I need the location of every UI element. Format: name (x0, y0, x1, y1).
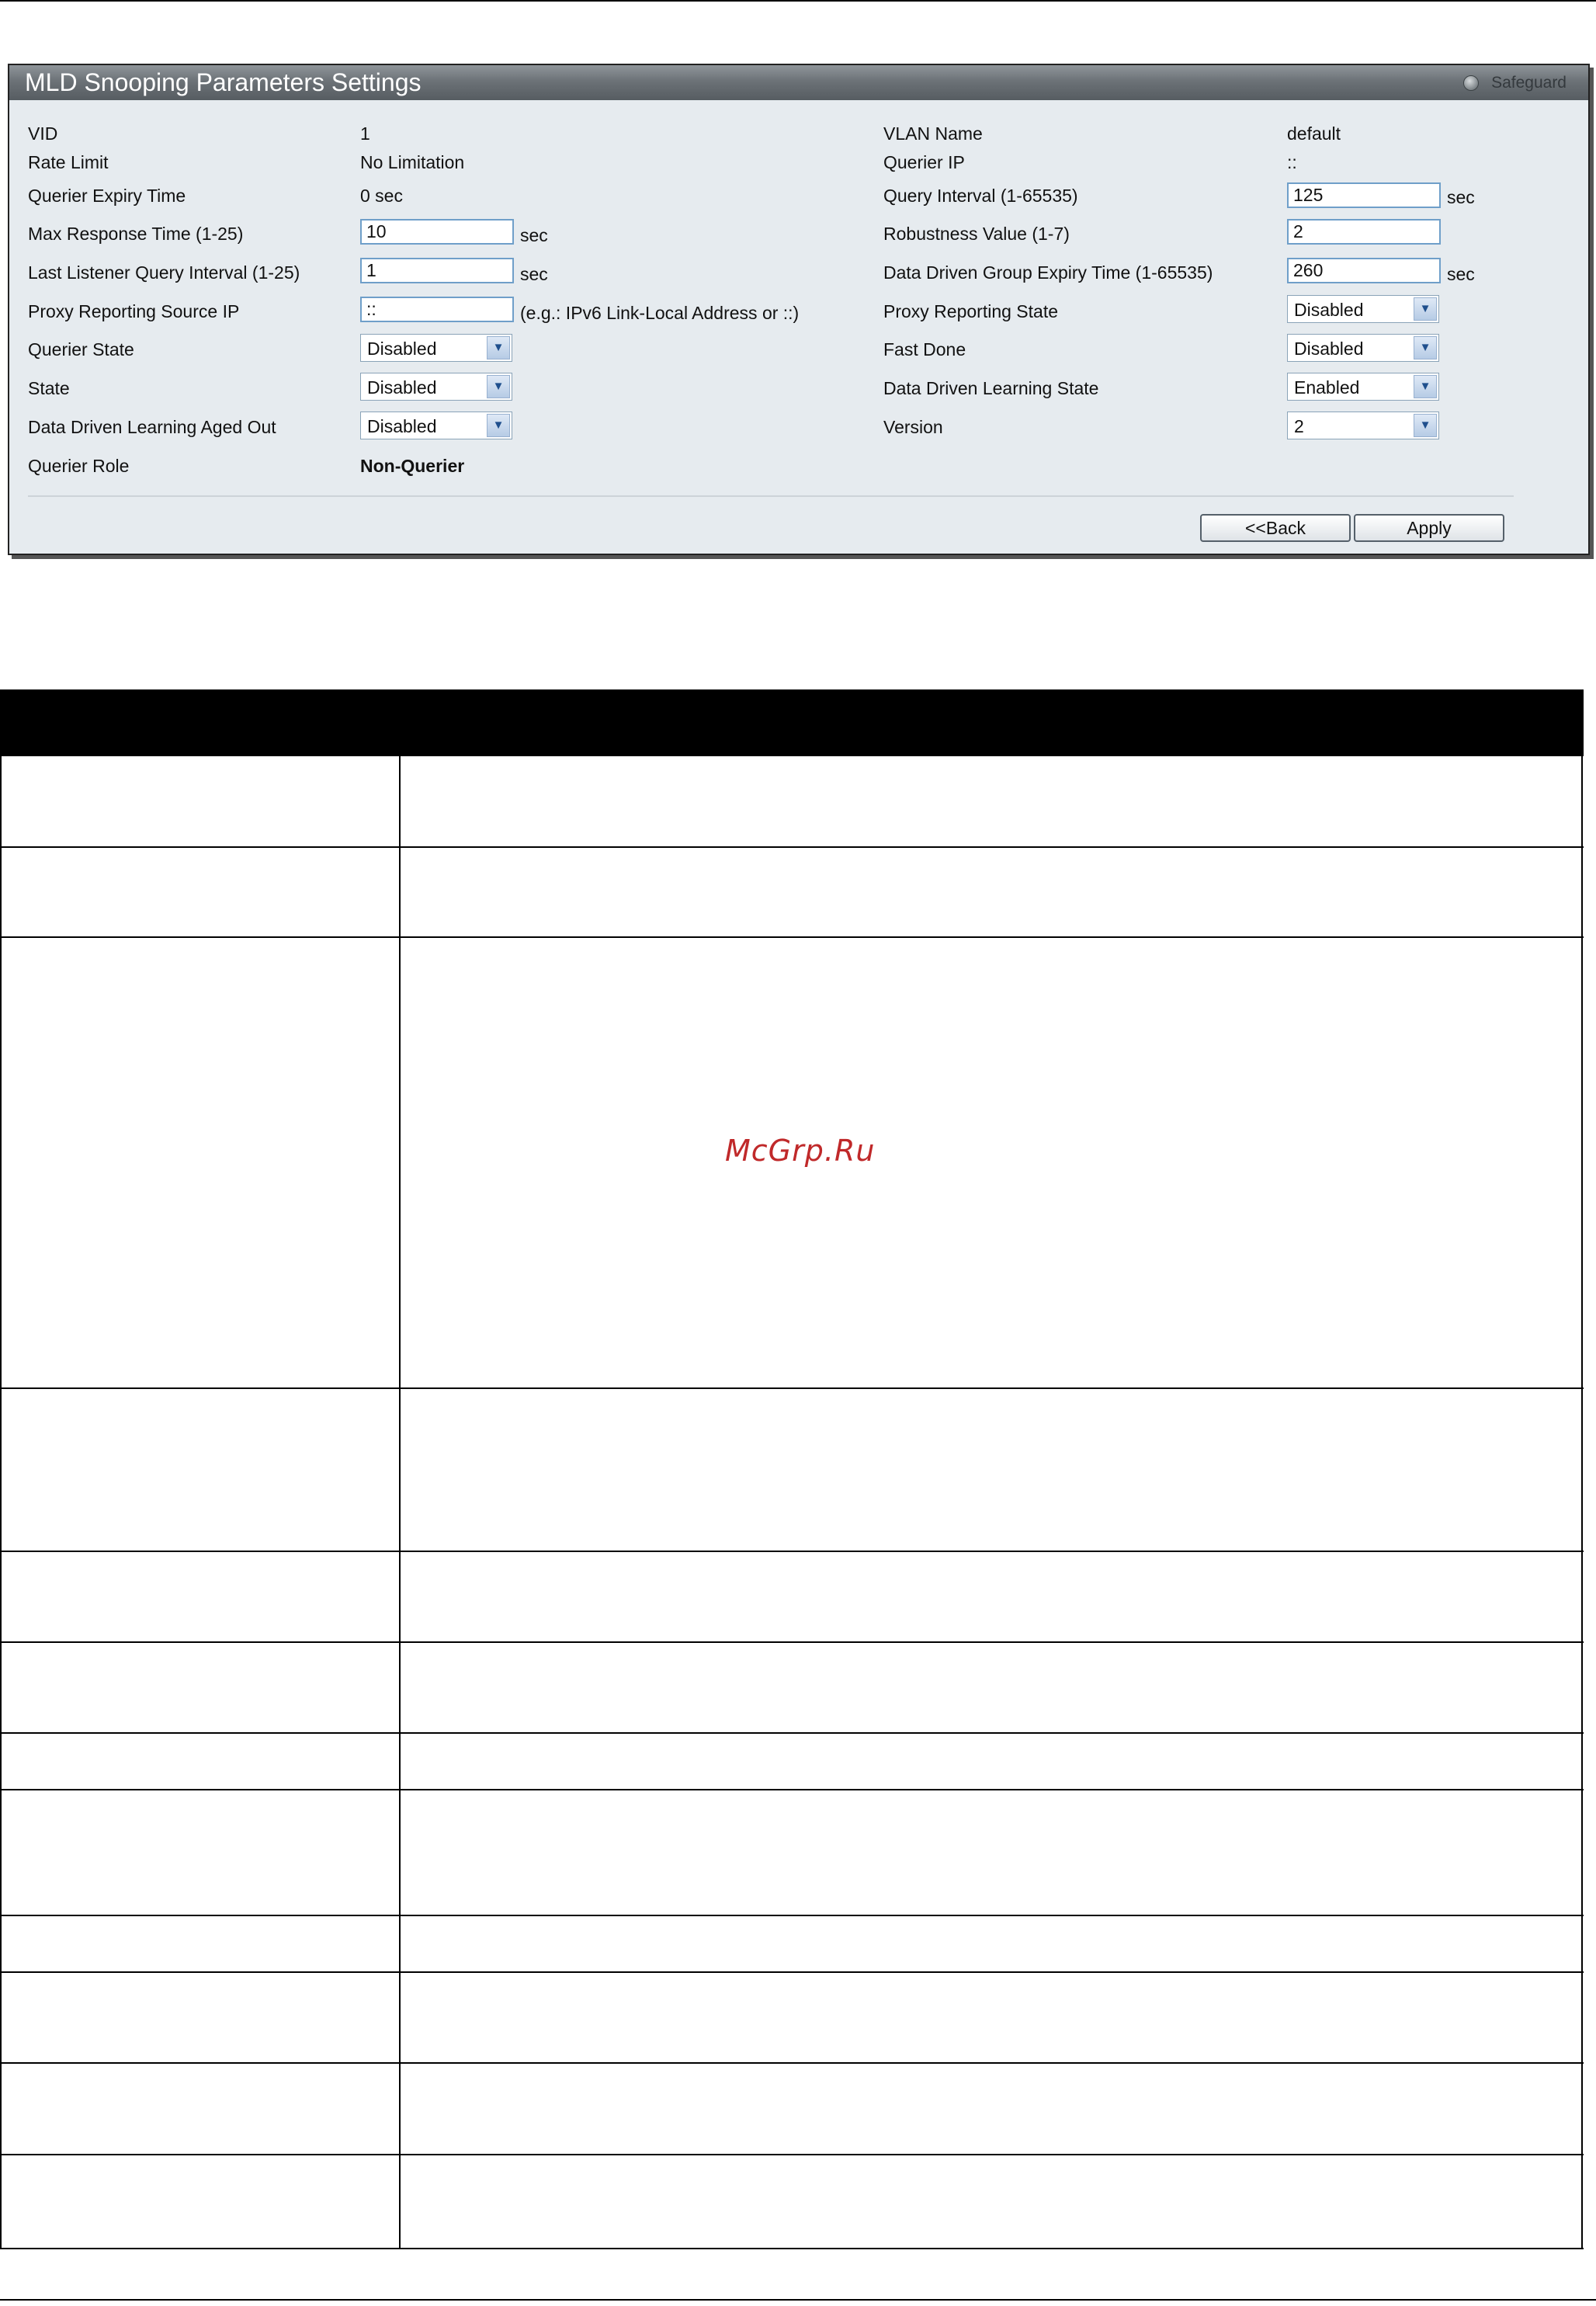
state-select[interactable]: Disabled ▼ (360, 373, 512, 401)
bottom-rule (0, 2299, 1596, 2301)
last-listener-query-interval-input[interactable] (360, 258, 514, 283)
query-interval-unit: sec (1447, 187, 1475, 207)
proxy-reporting-source-ip-label: Proxy Reporting Source IP (28, 301, 240, 321)
back-button[interactable]: <<Back (1200, 514, 1351, 542)
data-driven-learning-state-selected: Enabled (1294, 377, 1360, 398)
chevron-down-icon[interactable]: ▼ (1414, 414, 1437, 437)
table-row-divider (0, 2154, 1584, 2155)
panel-title: MLD Snooping Parameters Settings (25, 68, 422, 96)
version-label: Version (883, 417, 943, 437)
max-response-time-label: Max Response Time (1-25) (28, 224, 244, 244)
querier-state-select[interactable]: Disabled ▼ (360, 334, 512, 362)
rate-limit-value: No Limitation (360, 152, 465, 172)
table-row-divider (0, 936, 1584, 938)
fast-done-select[interactable]: Disabled ▼ (1287, 334, 1439, 362)
query-interval-label: Query Interval (1-65535) (883, 186, 1078, 206)
chevron-down-icon[interactable]: ▼ (487, 336, 510, 359)
proxy-reporting-source-ip-input[interactable] (360, 297, 514, 322)
table-row-divider (0, 846, 1584, 848)
robustness-value-input[interactable] (1287, 219, 1441, 245)
table-row-divider (0, 1551, 1584, 1552)
table-bottom-border (0, 2248, 1584, 2249)
apply-button[interactable]: Apply (1354, 514, 1504, 542)
robustness-value-label: Robustness Value (1-7) (883, 224, 1070, 244)
vid-value: 1 (360, 123, 370, 144)
chevron-down-icon[interactable]: ▼ (1414, 297, 1437, 321)
querier-expiry-time-label: Querier Expiry Time (28, 186, 186, 206)
proxy-reporting-state-select[interactable]: Disabled ▼ (1287, 295, 1439, 323)
chevron-down-icon[interactable]: ▼ (487, 414, 510, 437)
watermark: McGrp.Ru (725, 1134, 876, 1168)
data-driven-group-expiry-time-unit: sec (1447, 264, 1475, 284)
version-select[interactable]: 2 ▼ (1287, 412, 1439, 439)
vlan-name-value: default (1287, 123, 1341, 144)
rate-limit-label: Rate Limit (28, 152, 109, 172)
fast-done-label: Fast Done (883, 339, 966, 359)
querier-ip-value: :: (1287, 152, 1297, 172)
chevron-down-icon[interactable]: ▼ (1414, 375, 1437, 398)
table-row-divider (0, 2062, 1584, 2064)
table-border-left (0, 756, 2, 2249)
mld-snooping-settings-panel: MLD Snooping Parameters Settings Safegua… (8, 64, 1590, 555)
querier-expiry-time-value: 0 sec (360, 186, 403, 206)
version-selected: 2 (1294, 416, 1304, 436)
vid-label: VID (28, 123, 58, 144)
table-row-divider (0, 1789, 1584, 1790)
data-driven-learning-state-select[interactable]: Enabled ▼ (1287, 373, 1439, 401)
table-column-divider (399, 756, 401, 2249)
chevron-down-icon[interactable]: ▼ (1414, 336, 1437, 359)
data-driven-learning-aged-out-selected: Disabled (367, 416, 437, 436)
vlan-name-label: VLAN Name (883, 123, 983, 144)
table-row-divider (0, 1732, 1584, 1734)
panel-titlebar: MLD Snooping Parameters Settings Safegua… (9, 65, 1588, 100)
querier-state-selected: Disabled (367, 339, 437, 359)
max-response-time-input[interactable] (360, 219, 514, 245)
last-listener-query-interval-unit: sec (520, 264, 548, 284)
table-row-divider (0, 1915, 1584, 1916)
top-rule (0, 0, 1596, 2)
state-selected: Disabled (367, 377, 437, 398)
querier-role-value: Non-Querier (360, 456, 465, 476)
safeguard-label: Safeguard (1491, 74, 1567, 92)
table-row-divider (0, 1971, 1584, 1973)
table-border-right (1581, 756, 1583, 2249)
data-driven-group-expiry-time-input[interactable] (1287, 258, 1441, 283)
data-driven-learning-state-label: Data Driven Learning State (883, 378, 1099, 398)
querier-state-label: Querier State (28, 339, 134, 359)
table-row-divider (0, 1641, 1584, 1643)
data-driven-group-expiry-time-label: Data Driven Group Expiry Time (1-65535) (883, 262, 1213, 283)
fast-done-selected: Disabled (1294, 339, 1364, 359)
last-listener-query-interval-label: Last Listener Query Interval (1-25) (28, 262, 300, 283)
safeguard-status-icon (1463, 75, 1480, 91)
querier-role-label: Querier Role (28, 456, 130, 476)
table-row-divider (0, 1387, 1584, 1389)
proxy-reporting-source-ip-hint: (e.g.: IPv6 Link-Local Address or ::) (520, 303, 800, 323)
proxy-reporting-state-label: Proxy Reporting State (883, 301, 1059, 321)
chevron-down-icon[interactable]: ▼ (487, 375, 510, 398)
divider (28, 495, 1514, 497)
data-driven-learning-aged-out-label: Data Driven Learning Aged Out (28, 417, 276, 437)
querier-ip-label: Querier IP (883, 152, 965, 172)
table-header (0, 689, 1584, 756)
proxy-reporting-state-selected: Disabled (1294, 300, 1364, 320)
max-response-time-unit: sec (520, 225, 548, 245)
state-label: State (28, 378, 70, 398)
query-interval-input[interactable] (1287, 182, 1441, 208)
data-driven-learning-aged-out-select[interactable]: Disabled ▼ (360, 412, 512, 439)
safeguard-indicator[interactable]: Safeguard (1463, 73, 1567, 93)
